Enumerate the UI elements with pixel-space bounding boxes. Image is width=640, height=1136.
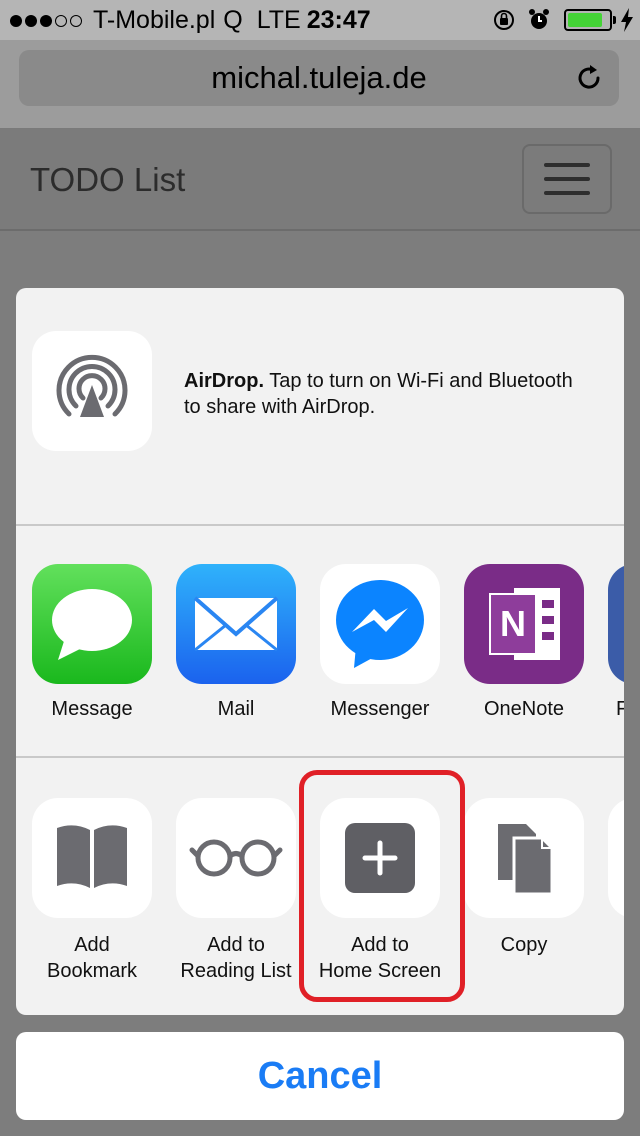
- status-bar: T-Mobile.pl Q LTE 23:47: [0, 0, 640, 40]
- charging-bolt-icon: [621, 8, 633, 32]
- reload-icon[interactable]: [573, 62, 605, 94]
- browser-toolbar: michal.tuleja.de: [0, 40, 640, 129]
- carrier-name: T-Mobile.pl: [93, 6, 216, 34]
- message-icon: [52, 589, 132, 660]
- messenger-app-label: Messenger: [330, 698, 430, 720]
- onenote-icon: N: [489, 588, 560, 660]
- url-text: michal.tuleja.de: [211, 60, 427, 95]
- mail-icon: [193, 596, 279, 652]
- copy-icon: [498, 824, 554, 896]
- label-line: Add to: [207, 934, 265, 956]
- partial-app-label: F: [616, 698, 624, 720]
- signal-dot: [40, 14, 52, 27]
- svg-text:N: N: [500, 603, 526, 644]
- add-bookmark-tile[interactable]: [32, 798, 152, 918]
- messenger-app-tile[interactable]: [320, 564, 440, 684]
- airdrop-tile[interactable]: [32, 331, 152, 451]
- copy-label: Copy: [444, 932, 604, 958]
- battery-icon: [564, 9, 616, 31]
- airdrop-description: AirDrop. Tap to turn on Wi-Fi and Blueto…: [184, 368, 584, 420]
- add-reading-list-tile[interactable]: [176, 798, 296, 918]
- menu-bar: [544, 177, 590, 181]
- label-line: Add: [74, 934, 110, 956]
- menu-toggle-button[interactable]: [522, 144, 612, 214]
- site-navbar: TODO List: [0, 129, 640, 231]
- airdrop-icon: [56, 354, 128, 417]
- carrier-extra: Q: [223, 6, 243, 34]
- label-line: Bookmark: [46, 960, 138, 982]
- mail-app-tile[interactable]: [176, 564, 296, 684]
- airdrop-row[interactable]: AirDrop. Tap to turn on Wi-Fi and Blueto…: [16, 288, 624, 526]
- rotation-lock-icon: [494, 10, 514, 30]
- messenger-icon: [336, 580, 424, 668]
- menu-bar: [544, 163, 590, 167]
- partial-action-tile[interactable]: [608, 798, 624, 918]
- menu-bar: [544, 191, 590, 195]
- signal-dot: [25, 14, 37, 27]
- onenote-app-label: OneNote: [483, 698, 565, 720]
- onenote-app-tile[interactable]: N: [464, 564, 584, 684]
- clock: 23:47: [306, 6, 371, 34]
- share-apps-row: Message Mail Messenger N OneNote F: [16, 526, 624, 758]
- site-brand[interactable]: TODO List: [30, 161, 185, 199]
- address-bar[interactable]: michal.tuleja.de: [19, 50, 619, 106]
- highlight-box: [299, 770, 465, 1002]
- signal-dot-empty: [55, 14, 67, 27]
- mail-app-label: Mail: [217, 698, 255, 720]
- signal-dot: [10, 14, 22, 27]
- message-app-label: Message: [51, 698, 133, 720]
- add-reading-list-label: Add to Reading List: [156, 932, 316, 984]
- label-line: Reading List: [180, 960, 292, 982]
- battery-fill: [568, 13, 603, 27]
- partial-app-tile[interactable]: [608, 564, 624, 684]
- cancel-button[interactable]: Cancel: [16, 1032, 624, 1120]
- bookmark-icon: [57, 825, 127, 888]
- network-type: LTE: [256, 6, 301, 34]
- copy-tile[interactable]: [464, 798, 584, 918]
- status-icons: [492, 7, 634, 33]
- airdrop-title: AirDrop.: [184, 370, 264, 392]
- alarm-icon: [529, 9, 549, 29]
- signal-carrier: T-Mobile.pl Q LTE 23:47: [10, 6, 371, 35]
- add-bookmark-label: Add Bookmark: [16, 932, 172, 984]
- label-line: Copy: [500, 934, 548, 956]
- reading-list-icon: [189, 839, 283, 877]
- message-app-tile[interactable]: [32, 564, 152, 684]
- signal-dot-empty: [70, 14, 82, 27]
